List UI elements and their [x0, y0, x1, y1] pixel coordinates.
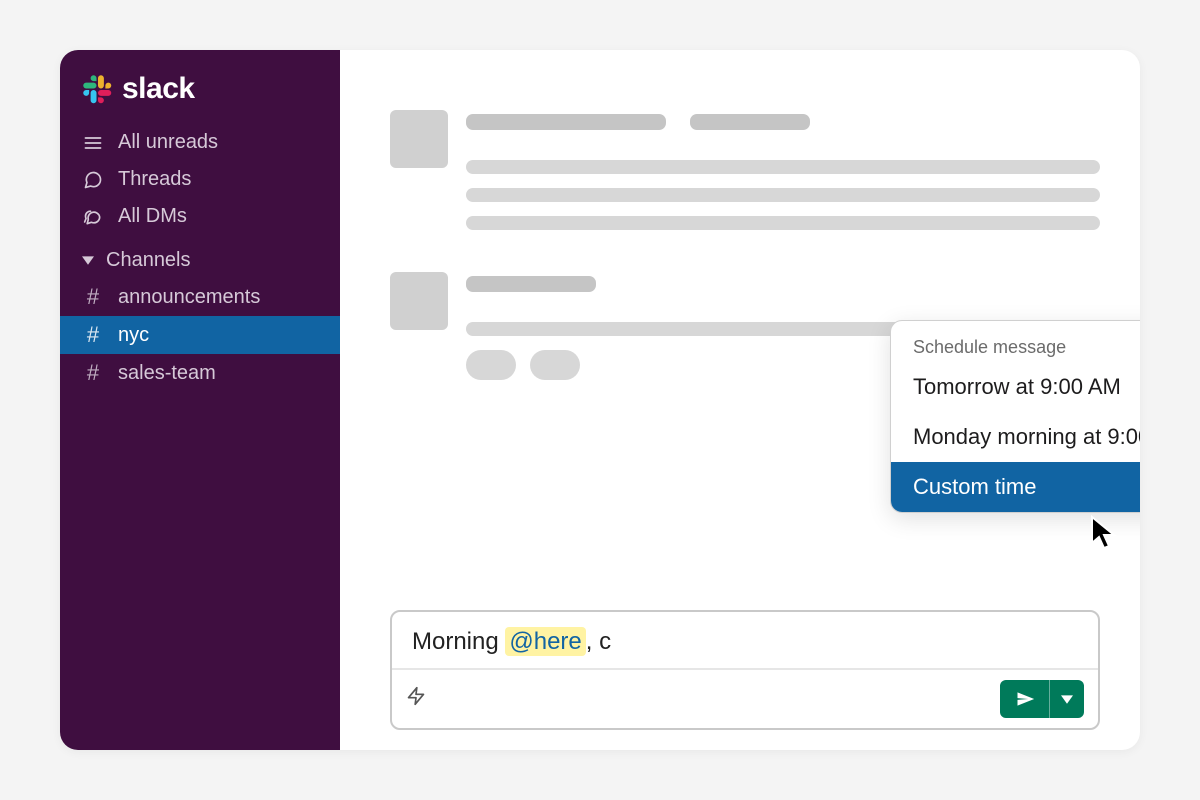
channels-section-header[interactable]: Channels	[60, 235, 340, 278]
message-composer[interactable]: Morning @here, c	[390, 610, 1100, 730]
sidebar-item-all-unreads[interactable]: All unreads	[60, 124, 340, 161]
channels-header-label: Channels	[106, 249, 191, 272]
sidebar-item-all-dms[interactable]: All DMs	[60, 198, 340, 235]
schedule-option-tomorrow[interactable]: Tomorrow at 9:00 AM	[891, 362, 1140, 412]
threads-icon	[82, 170, 104, 190]
cursor-icon	[1090, 515, 1118, 556]
channel-nyc[interactable]: # nyc	[60, 316, 340, 354]
placeholder-line	[690, 114, 810, 130]
channel-label: sales-team	[118, 362, 216, 385]
message-lines	[466, 110, 1100, 244]
unreads-icon	[82, 133, 104, 153]
placeholder-line	[466, 160, 1100, 174]
composer-mention: @here	[505, 627, 585, 656]
schedule-option-monday[interactable]: Monday morning at 9:00 AM	[891, 412, 1140, 462]
avatar-placeholder	[390, 272, 448, 330]
schedule-message-menu: Schedule message Tomorrow at 9:00 AM Mon…	[890, 320, 1140, 513]
app-window: slack All unreads Threads All DMs	[60, 50, 1140, 750]
send-button[interactable]	[1000, 680, 1050, 718]
sidebar-item-label: Threads	[118, 168, 191, 191]
channel-label: announcements	[118, 286, 260, 309]
hash-icon: #	[82, 360, 104, 386]
schedule-option-custom[interactable]: Custom time	[891, 462, 1140, 512]
schedule-menu-title: Schedule message	[891, 321, 1140, 362]
composer-toolbar	[392, 668, 1098, 728]
sidebar-item-threads[interactable]: Threads	[60, 161, 340, 198]
caret-down-icon	[82, 249, 94, 272]
hash-icon: #	[82, 284, 104, 310]
sidebar: slack All unreads Threads All DMs	[60, 50, 340, 750]
hash-icon: #	[82, 322, 104, 348]
channel-label: nyc	[118, 324, 149, 347]
send-options-button[interactable]	[1050, 680, 1084, 718]
composer-text-suffix: , c	[586, 628, 611, 655]
reaction-chip	[466, 350, 516, 380]
placeholder-line	[466, 216, 1100, 230]
sidebar-item-label: All DMs	[118, 205, 187, 228]
composer-input[interactable]: Morning @here, c	[392, 612, 1098, 668]
message-placeholder	[390, 110, 1100, 244]
dms-icon	[82, 207, 104, 227]
placeholder-line	[466, 188, 1100, 202]
slack-logo-icon	[82, 74, 112, 104]
channel-sales-team[interactable]: # sales-team	[60, 354, 340, 392]
send-button-group	[1000, 680, 1084, 718]
composer-text-prefix: Morning	[412, 628, 505, 655]
brand-name: slack	[122, 72, 195, 106]
placeholder-line	[466, 276, 596, 292]
channel-announcements[interactable]: # announcements	[60, 278, 340, 316]
avatar-placeholder	[390, 110, 448, 168]
sidebar-item-label: All unreads	[118, 131, 218, 154]
placeholder-line	[466, 114, 666, 130]
channel-view: Morning @here, c Schedule message	[340, 50, 1140, 750]
workspace-logo[interactable]: slack	[60, 72, 340, 124]
reaction-chip	[530, 350, 580, 380]
shortcuts-icon[interactable]	[406, 685, 426, 713]
